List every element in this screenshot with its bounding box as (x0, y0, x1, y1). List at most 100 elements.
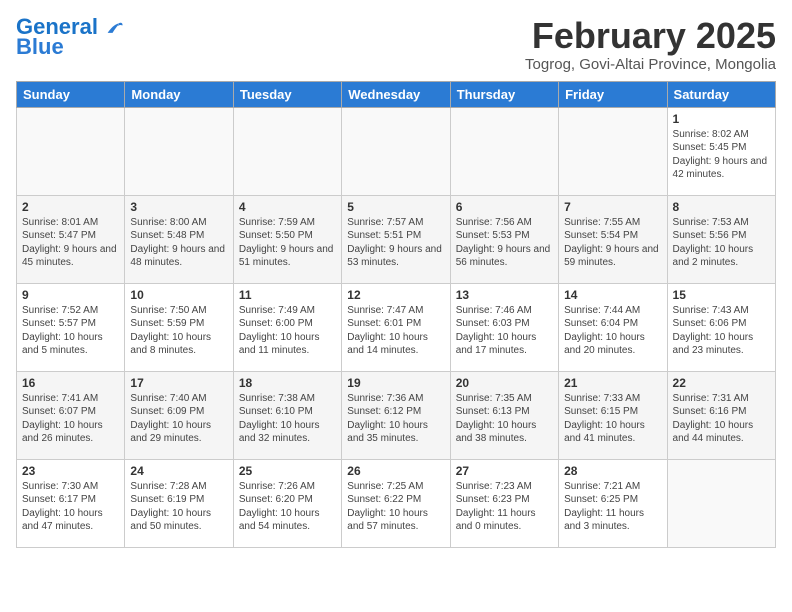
calendar-weekday-tuesday: Tuesday (233, 81, 341, 107)
calendar-table: SundayMondayTuesdayWednesdayThursdayFrid… (16, 81, 776, 548)
day-number: 6 (456, 200, 553, 214)
calendar-header-row: SundayMondayTuesdayWednesdayThursdayFrid… (17, 81, 776, 107)
day-number: 28 (564, 464, 661, 478)
day-info: Sunrise: 7:55 AM Sunset: 5:54 PM Dayligh… (564, 216, 661, 270)
day-info: Sunrise: 7:35 AM Sunset: 6:13 PM Dayligh… (456, 392, 553, 446)
day-info: Sunrise: 7:44 AM Sunset: 6:04 PM Dayligh… (564, 304, 661, 358)
day-number: 5 (347, 200, 444, 214)
day-number: 4 (239, 200, 336, 214)
day-info: Sunrise: 7:56 AM Sunset: 5:53 PM Dayligh… (456, 216, 553, 270)
day-info: Sunrise: 7:33 AM Sunset: 6:15 PM Dayligh… (564, 392, 661, 446)
day-number: 19 (347, 376, 444, 390)
logo-blue-text: Blue (16, 36, 64, 58)
calendar-cell: 19 Sunrise: 7:36 AM Sunset: 6:12 PM Dayli… (342, 371, 450, 459)
day-info: Sunrise: 8:01 AM Sunset: 5:47 PM Dayligh… (22, 216, 119, 270)
calendar-cell: 23 Sunrise: 7:30 AM Sunset: 6:17 PM Dayli… (17, 459, 125, 547)
day-number: 12 (347, 288, 444, 302)
day-info: Sunrise: 7:26 AM Sunset: 6:20 PM Dayligh… (239, 480, 336, 534)
day-number: 16 (22, 376, 119, 390)
day-number: 7 (564, 200, 661, 214)
day-info: Sunrise: 7:57 AM Sunset: 5:51 PM Dayligh… (347, 216, 444, 270)
day-number: 20 (456, 376, 553, 390)
day-info: Sunrise: 7:21 AM Sunset: 6:25 PM Dayligh… (564, 480, 661, 534)
calendar-weekday-thursday: Thursday (450, 81, 558, 107)
calendar-cell: 18Sunrise: 7:38 AM Sunset: 6:10 PM Dayli… (233, 371, 341, 459)
day-info: Sunrise: 7:40 AM Sunset: 6:09 PM Dayligh… (130, 392, 227, 446)
calendar-cell: 17 Sunrise: 7:40 AM Sunset: 6:09 PM Dayli… (125, 371, 233, 459)
calendar-cell: 28 Sunrise: 7:21 AM Sunset: 6:25 PM Dayli… (559, 459, 667, 547)
calendar-week-row: 1Sunrise: 8:02 AM Sunset: 5:45 PM Daylig… (17, 107, 776, 195)
day-info: Sunrise: 7:43 AM Sunset: 6:06 PM Dayligh… (673, 304, 770, 358)
calendar-cell: 13Sunrise: 7:46 AM Sunset: 6:03 PM Dayli… (450, 283, 558, 371)
day-number: 26 (347, 464, 444, 478)
day-info: Sunrise: 7:49 AM Sunset: 6:00 PM Dayligh… (239, 304, 336, 358)
calendar-cell: 27 Sunrise: 7:23 AM Sunset: 6:23 PM Dayli… (450, 459, 558, 547)
calendar-week-row: 16 Sunrise: 7:41 AM Sunset: 6:07 PM Dayli… (17, 371, 776, 459)
day-info: Sunrise: 7:31 AM Sunset: 6:16 PM Dayligh… (673, 392, 770, 446)
calendar-cell: 10 Sunrise: 7:50 AM Sunset: 5:59 PM Dayli… (125, 283, 233, 371)
calendar-cell: 21 Sunrise: 7:33 AM Sunset: 6:15 PM Dayli… (559, 371, 667, 459)
calendar-cell (125, 107, 233, 195)
day-info: Sunrise: 8:00 AM Sunset: 5:48 PM Dayligh… (130, 216, 227, 270)
month-title: February 2025 (525, 16, 776, 56)
page-header: General Blue February 2025 Togrog, Govi-… (16, 16, 776, 73)
day-number: 8 (673, 200, 770, 214)
day-info: Sunrise: 7:53 AM Sunset: 5:56 PM Dayligh… (673, 216, 770, 270)
calendar-cell: 6 Sunrise: 7:56 AM Sunset: 5:53 PM Daylig… (450, 195, 558, 283)
calendar-week-row: 2 Sunrise: 8:01 AM Sunset: 5:47 PM Daylig… (17, 195, 776, 283)
day-number: 13 (456, 288, 553, 302)
day-number: 3 (130, 200, 227, 214)
day-info: Sunrise: 7:52 AM Sunset: 5:57 PM Dayligh… (22, 304, 119, 358)
day-number: 25 (239, 464, 336, 478)
day-number: 9 (22, 288, 119, 302)
logo: General Blue (16, 16, 124, 58)
calendar-weekday-sunday: Sunday (17, 81, 125, 107)
calendar-cell (17, 107, 125, 195)
calendar-cell: 25 Sunrise: 7:26 AM Sunset: 6:20 PM Dayli… (233, 459, 341, 547)
day-number: 15 (673, 288, 770, 302)
day-number: 24 (130, 464, 227, 478)
day-info: Sunrise: 7:30 AM Sunset: 6:17 PM Dayligh… (22, 480, 119, 534)
day-number: 21 (564, 376, 661, 390)
calendar-cell (233, 107, 341, 195)
day-info: Sunrise: 7:50 AM Sunset: 5:59 PM Dayligh… (130, 304, 227, 358)
day-info: Sunrise: 7:28 AM Sunset: 6:19 PM Dayligh… (130, 480, 227, 534)
calendar-cell: 11 Sunrise: 7:49 AM Sunset: 6:00 PM Dayli… (233, 283, 341, 371)
day-number: 27 (456, 464, 553, 478)
calendar-cell: 8 Sunrise: 7:53 AM Sunset: 5:56 PM Daylig… (667, 195, 775, 283)
calendar-cell (342, 107, 450, 195)
calendar-cell: 26 Sunrise: 7:25 AM Sunset: 6:22 PM Dayli… (342, 459, 450, 547)
calendar-cell: 14Sunrise: 7:44 AM Sunset: 6:04 PM Dayli… (559, 283, 667, 371)
location: Togrog, Govi-Altai Province, Mongolia (525, 56, 776, 73)
calendar-cell (450, 107, 558, 195)
calendar-weekday-monday: Monday (125, 81, 233, 107)
day-info: Sunrise: 7:36 AM Sunset: 6:12 PM Dayligh… (347, 392, 444, 446)
calendar-cell (559, 107, 667, 195)
day-number: 18 (239, 376, 336, 390)
calendar-cell: 24 Sunrise: 7:28 AM Sunset: 6:19 PM Dayli… (125, 459, 233, 547)
day-number: 22 (673, 376, 770, 390)
calendar-cell: 5 Sunrise: 7:57 AM Sunset: 5:51 PM Daylig… (342, 195, 450, 283)
calendar-cell: 3 Sunrise: 8:00 AM Sunset: 5:48 PM Daylig… (125, 195, 233, 283)
title-section: February 2025 Togrog, Govi-Altai Provinc… (525, 16, 776, 73)
day-info: Sunrise: 7:25 AM Sunset: 6:22 PM Dayligh… (347, 480, 444, 534)
day-info: Sunrise: 7:47 AM Sunset: 6:01 PM Dayligh… (347, 304, 444, 358)
calendar-week-row: 23 Sunrise: 7:30 AM Sunset: 6:17 PM Dayli… (17, 459, 776, 547)
day-number: 17 (130, 376, 227, 390)
day-number: 23 (22, 464, 119, 478)
day-number: 2 (22, 200, 119, 214)
calendar-weekday-saturday: Saturday (667, 81, 775, 107)
day-info: Sunrise: 7:41 AM Sunset: 6:07 PM Dayligh… (22, 392, 119, 446)
calendar-cell: 2 Sunrise: 8:01 AM Sunset: 5:47 PM Daylig… (17, 195, 125, 283)
day-info: Sunrise: 7:23 AM Sunset: 6:23 PM Dayligh… (456, 480, 553, 534)
day-info: Sunrise: 8:02 AM Sunset: 5:45 PM Dayligh… (673, 128, 770, 182)
calendar-cell: 1Sunrise: 8:02 AM Sunset: 5:45 PM Daylig… (667, 107, 775, 195)
calendar-cell (667, 459, 775, 547)
calendar-week-row: 9 Sunrise: 7:52 AM Sunset: 5:57 PM Daylig… (17, 283, 776, 371)
logo-bird-icon (106, 21, 124, 35)
calendar-cell: 16 Sunrise: 7:41 AM Sunset: 6:07 PM Dayli… (17, 371, 125, 459)
calendar-cell: 20 Sunrise: 7:35 AM Sunset: 6:13 PM Dayli… (450, 371, 558, 459)
day-number: 11 (239, 288, 336, 302)
day-number: 10 (130, 288, 227, 302)
calendar-cell: 9 Sunrise: 7:52 AM Sunset: 5:57 PM Daylig… (17, 283, 125, 371)
